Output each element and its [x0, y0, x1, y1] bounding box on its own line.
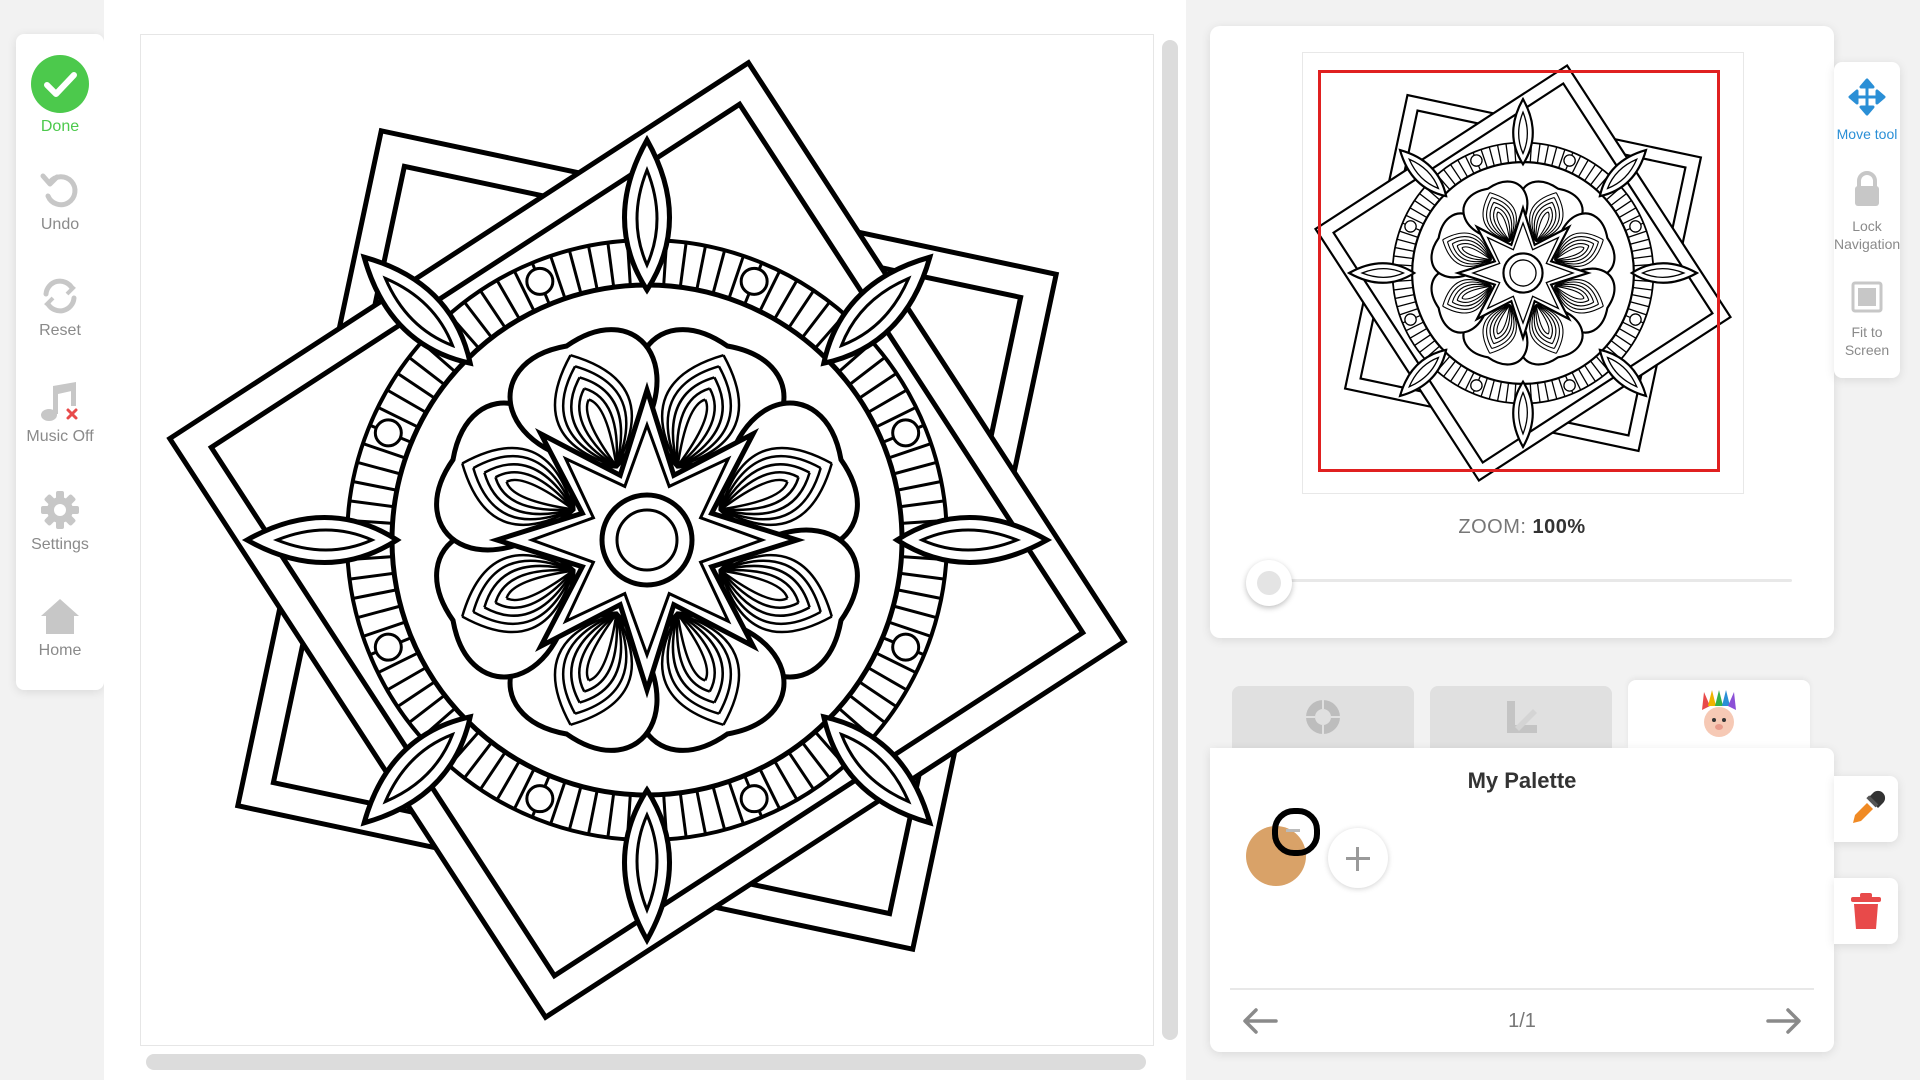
- palette-panel: My Palette 1/1: [1210, 748, 1834, 1052]
- check-circle-icon: [31, 55, 89, 113]
- zoom-slider-thumb[interactable]: [1246, 560, 1292, 606]
- my-palette-avatar-icon: [1702, 690, 1736, 737]
- home-icon: [41, 599, 79, 634]
- fit-to-screen-button[interactable]: Fit to Screen: [1834, 280, 1900, 359]
- palette-page-indicator: 1/1: [1508, 1010, 1536, 1032]
- vertical-scrollbar[interactable]: [1162, 40, 1178, 1040]
- tab-shades[interactable]: [1430, 686, 1612, 748]
- viewport-indicator[interactable]: [1318, 70, 1720, 472]
- undo-button[interactable]: Undo: [16, 168, 104, 234]
- color-wheel-icon: [1306, 700, 1340, 734]
- move-tool-label: Move tool: [1836, 126, 1898, 142]
- move-tool-button[interactable]: Move tool: [1834, 78, 1900, 143]
- reset-button[interactable]: Reset: [16, 274, 104, 340]
- coloring-canvas[interactable]: [140, 34, 1154, 1046]
- home-button[interactable]: Home: [16, 594, 104, 660]
- shades-icon: [1507, 701, 1537, 733]
- gear-icon: [41, 491, 79, 529]
- left-sidebar: Done Undo Reset Music Off Settings Home: [16, 34, 104, 690]
- trash-icon: [1851, 893, 1881, 929]
- reset-icon: [43, 278, 77, 314]
- palette-title: My Palette: [1467, 768, 1577, 793]
- fit-to-screen-label: Fit to Screen: [1844, 324, 1890, 358]
- settings-label: Settings: [31, 536, 89, 553]
- zoom-slider-track[interactable]: [1270, 579, 1792, 582]
- remove-swatch-button[interactable]: [1272, 808, 1320, 856]
- eyedropper-icon: [1853, 790, 1886, 823]
- tab-my-palette[interactable]: [1628, 680, 1810, 748]
- navigator-panel: ZOOM: 100%: [1210, 26, 1834, 638]
- undo-label: Undo: [40, 216, 80, 233]
- lock-navigation-button[interactable]: Lock Navigation: [1834, 170, 1900, 253]
- music-off-icon: [41, 382, 78, 421]
- lock-navigation-label: Lock Navigation: [1834, 218, 1901, 252]
- palette-divider: [1230, 988, 1814, 990]
- music-off-label: Music Off: [26, 428, 94, 445]
- undo-icon: [40, 173, 78, 208]
- trash-button[interactable]: [1834, 878, 1898, 944]
- horizontal-scrollbar[interactable]: [146, 1054, 1146, 1070]
- done-label: Done: [40, 118, 80, 135]
- canvas-panel: [104, 0, 1186, 1080]
- done-button[interactable]: Done: [16, 54, 104, 136]
- mandala-drawing[interactable]: [141, 35, 1153, 1045]
- reset-label: Reset: [39, 322, 81, 339]
- tool-column: Move tool Lock Navigation Fit to Screen: [1834, 62, 1900, 378]
- zoom-readout: ZOOM: 100%: [1210, 516, 1834, 539]
- music-off-button[interactable]: Music Off: [16, 380, 104, 446]
- zoom-prefix: ZOOM:: [1458, 516, 1533, 538]
- home-label: Home: [38, 642, 82, 659]
- lock-icon: [1855, 171, 1879, 206]
- eyedropper-button[interactable]: [1834, 776, 1898, 842]
- fit-to-screen-icon: [1851, 281, 1883, 313]
- add-color-button[interactable]: [1328, 828, 1388, 888]
- next-page-arrow-icon[interactable]: [1764, 1004, 1804, 1038]
- zoom-value: 100%: [1532, 516, 1586, 538]
- move-icon: [1848, 78, 1886, 116]
- settings-button[interactable]: Settings: [16, 488, 104, 554]
- tab-color-wheel[interactable]: [1232, 686, 1414, 748]
